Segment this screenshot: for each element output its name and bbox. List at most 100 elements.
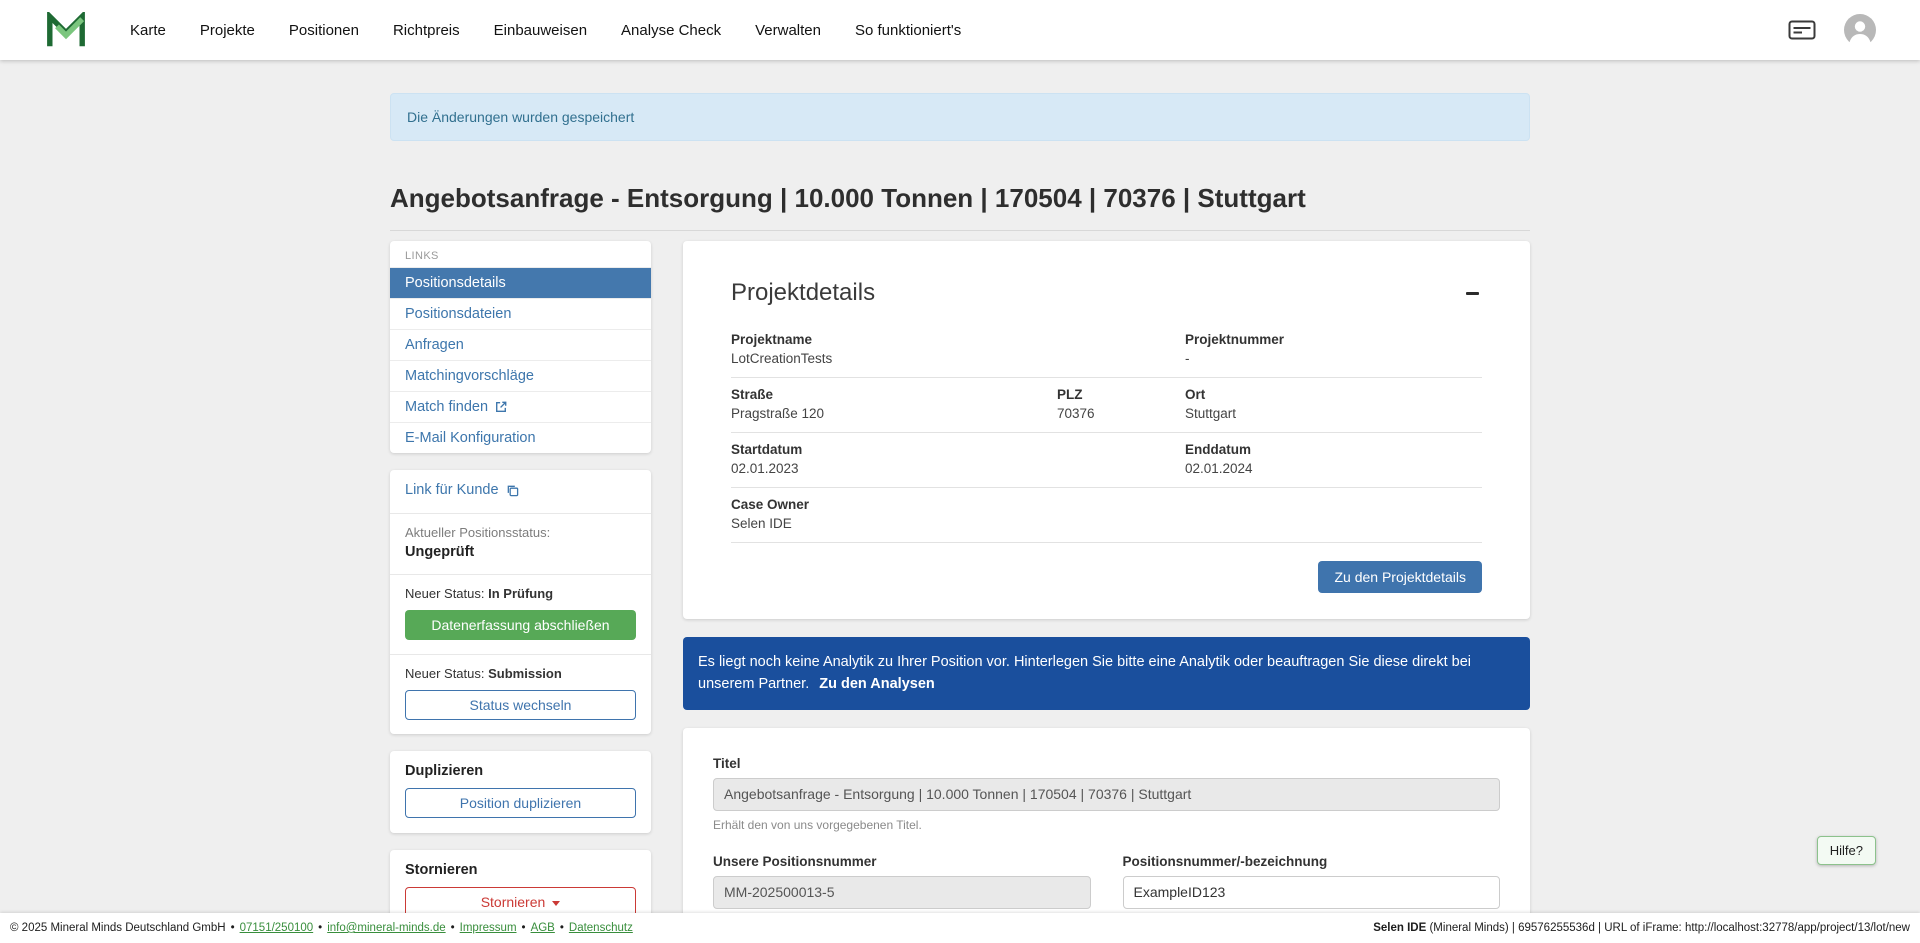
sidebar-item-positionsdateien[interactable]: Positionsdateien (390, 298, 651, 329)
app-logo[interactable] (46, 12, 86, 48)
links-header: LINKS (390, 241, 651, 267)
switch-status-button[interactable]: Status wechseln (405, 690, 636, 720)
field-value: LotCreationTests (731, 351, 1185, 366)
content-container: Die Änderungen wurden gespeichert Angebo… (390, 93, 1530, 943)
minus-glyph (1466, 292, 1479, 295)
main-nav: Karte Projekte Positionen Richtpreis Ein… (130, 22, 961, 39)
our-number-label: Unsere Positionsnummer (713, 854, 1091, 869)
phone-link[interactable]: 07151/250100 (240, 922, 314, 934)
field-value: Pragstraße 120 (731, 406, 1057, 421)
copyright-text: © 2025 Mineral Minds Deutschland GmbH (10, 922, 226, 934)
new-status-prefix: Neuer Status: (405, 586, 485, 601)
sidebar-item-email-konfiguration[interactable]: E-Mail Konfiguration (390, 422, 651, 453)
nav-item-projekte[interactable]: Projekte (200, 22, 255, 39)
nav-item-analyse-check[interactable]: Analyse Check (621, 22, 721, 39)
go-to-analyses-link[interactable]: Zu den Analysen (819, 676, 934, 692)
position-number-label: Positionsnummer/-bezeichnung (1123, 854, 1501, 869)
nav-item-karte[interactable]: Karte (130, 22, 166, 39)
save-success-alert: Die Änderungen wurden gespeichert (390, 93, 1530, 141)
field-label: Case Owner (731, 497, 1482, 512)
separator-dot: • (318, 922, 322, 934)
field-value: 02.01.2023 (731, 461, 1185, 476)
field-label: Enddatum (1185, 442, 1482, 457)
imprint-link[interactable]: Impressum (460, 922, 517, 934)
logo-m-icon (46, 12, 86, 48)
current-status-value: Ungeprüft (405, 544, 636, 560)
main-column: Projektdetails Projektname LotCreationTe… (683, 241, 1530, 943)
new-status-line-2: Neuer Status: Submission (405, 666, 636, 681)
customer-link[interactable]: Link für Kunde (405, 482, 519, 498)
duplicate-position-button[interactable]: Position duplizieren (405, 788, 636, 818)
position-number-input[interactable] (1123, 876, 1501, 909)
footer-right: Selen IDE (Mineral Minds) | 69576255536d… (1373, 922, 1910, 934)
sidebar-item-matchingvorschlaege[interactable]: Matchingvorschläge (390, 360, 651, 391)
field-label: Straße (731, 387, 1057, 402)
customer-link-label: Link für Kunde (405, 482, 499, 498)
footer: © 2025 Mineral Minds Deutschland GmbH • … (0, 913, 1920, 943)
field-case-owner: Case Owner Selen IDE (731, 497, 1482, 531)
nav-right-actions (1788, 14, 1876, 46)
field-label: Startdatum (731, 442, 1185, 457)
new-status-line-1: Neuer Status: In Prüfung (405, 586, 636, 601)
field-label: Projektnummer (1185, 332, 1482, 347)
two-column-layout: LINKS Positionsdetails Positionsdateien … (390, 241, 1530, 943)
separator-dot: • (451, 922, 455, 934)
footer-session-info: (Mineral Minds) | 69576255536d | URL of … (1426, 922, 1910, 934)
field-plz: PLZ 70376 (1057, 387, 1185, 421)
user-avatar[interactable] (1844, 14, 1876, 46)
project-row-name-number: Projektname LotCreationTests Projektnumm… (731, 323, 1482, 378)
collapse-icon[interactable] (1463, 287, 1482, 300)
next-status-section-2: Neuer Status: Submission Status wechseln (390, 655, 651, 734)
caret-down-icon (552, 901, 560, 906)
nav-item-einbauweisen[interactable]: Einbauweisen (494, 22, 587, 39)
new-status-value: Submission (488, 666, 562, 681)
complete-data-entry-button[interactable]: Datenerfassung abschließen (405, 610, 636, 640)
project-details-header: Projektdetails (731, 279, 1482, 307)
position-form-card: Titel Erhält den von uns vorgegebenen Ti… (683, 728, 1530, 943)
agb-link[interactable]: AGB (531, 922, 555, 934)
field-projektnummer: Projektnummer - (1185, 332, 1482, 366)
sidebar-item-anfragen[interactable]: Anfragen (390, 329, 651, 360)
project-row-address: Straße Pragstraße 120 PLZ 70376 Ort Stut… (731, 378, 1482, 433)
nav-item-verwalten[interactable]: Verwalten (755, 22, 821, 39)
separator-dot: • (522, 922, 526, 934)
email-link[interactable]: info@mineral-minds.de (327, 922, 445, 934)
help-button[interactable]: Hilfe? (1817, 836, 1876, 865)
sidebar-item-positionsdetails[interactable]: Positionsdetails (390, 267, 651, 298)
title-field-help: Erhält den von uns vorgegebenen Titel. (713, 818, 1500, 832)
nav-item-so-funktionierts[interactable]: So funktioniert's (855, 22, 961, 39)
field-label: PLZ (1057, 387, 1185, 402)
project-row-case-owner: Case Owner Selen IDE (731, 488, 1482, 543)
cancel-button-label: Stornieren (481, 894, 546, 910)
separator-dot: • (560, 922, 564, 934)
field-value: 02.01.2024 (1185, 461, 1482, 476)
analytics-banner: Es liegt noch keine Analytik zu Ihrer Po… (683, 637, 1530, 710)
privacy-link[interactable]: Datenschutz (569, 922, 633, 934)
analytics-banner-text: Es liegt noch keine Analytik zu Ihrer Po… (698, 654, 1471, 692)
field-enddatum: Enddatum 02.01.2024 (1185, 442, 1482, 476)
field-value: 70376 (1057, 406, 1185, 421)
field-startdatum: Startdatum 02.01.2023 (731, 442, 1185, 476)
status-card: Link für Kunde Aktueller Positionsstatus… (390, 470, 651, 734)
sidebar: LINKS Positionsdetails Positionsdateien … (390, 241, 651, 943)
external-link-icon (495, 401, 507, 413)
nav-item-richtpreis[interactable]: Richtpreis (393, 22, 460, 39)
go-to-project-details-button[interactable]: Zu den Projektdetails (1318, 561, 1482, 593)
field-strasse: Straße Pragstraße 120 (731, 387, 1057, 421)
field-value: Stuttgart (1185, 406, 1482, 421)
current-status-section: Aktueller Positionsstatus: Ungeprüft (390, 514, 651, 575)
our-number-input (713, 876, 1091, 909)
field-value: - (1185, 351, 1482, 366)
project-row-dates: Startdatum 02.01.2023 Enddatum 02.01.202… (731, 433, 1482, 488)
new-status-prefix: Neuer Status: (405, 666, 485, 681)
server-icon[interactable] (1788, 19, 1816, 41)
field-label: Projektname (731, 332, 1185, 347)
sidebar-item-match-finden[interactable]: Match finden (390, 391, 651, 422)
top-navigation-bar: Karte Projekte Positionen Richtpreis Ein… (0, 0, 1920, 60)
nav-item-positionen[interactable]: Positionen (289, 22, 359, 39)
title-divider (390, 230, 1530, 231)
title-field-input (713, 778, 1500, 811)
sidebar-links-card: LINKS Positionsdetails Positionsdateien … (390, 241, 651, 453)
project-actions: Zu den Projektdetails (731, 543, 1482, 593)
copy-icon (506, 484, 519, 497)
